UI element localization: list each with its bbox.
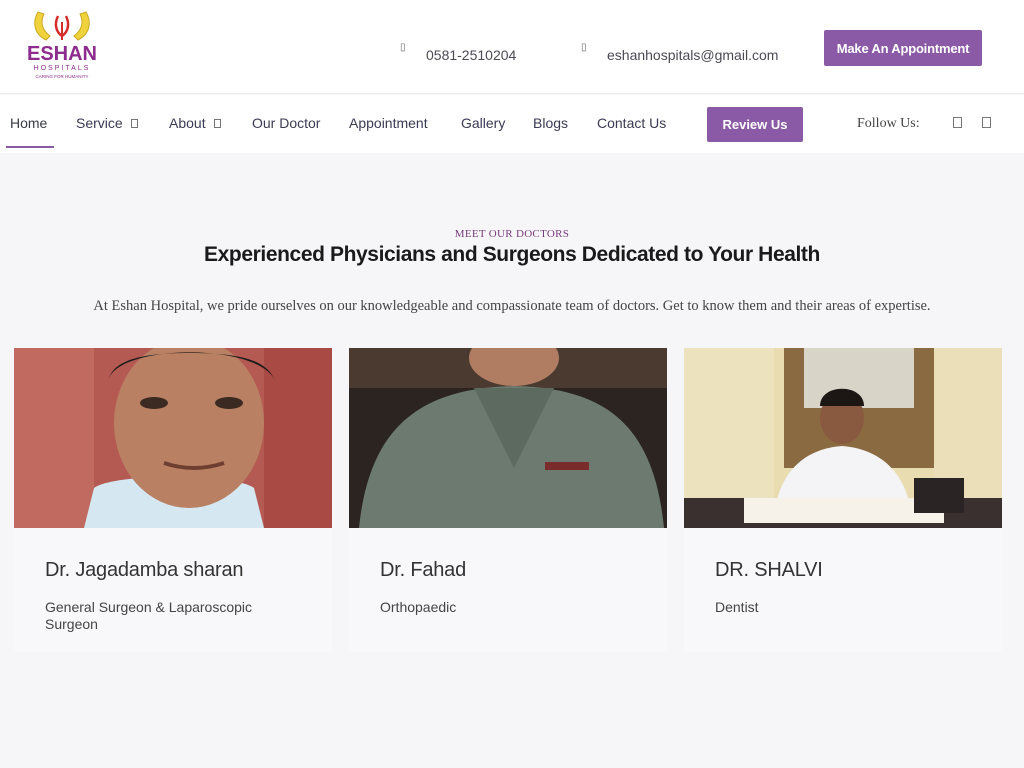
main-nav: Home Service About Our Doctor Appointmen… xyxy=(0,95,1024,153)
doctor-name: DR. SHALVI xyxy=(715,559,823,581)
instagram-icon[interactable] xyxy=(982,117,991,128)
nav-home-label: Home xyxy=(10,115,48,131)
phone-icon: ▯ xyxy=(400,42,406,53)
doctor-specialty: General Surgeon & Laparoscopic Surgeon xyxy=(45,599,253,632)
nav-appointment-label: Appointment xyxy=(349,115,428,131)
doctor-info: Dr. Jagadamba sharan General Surgeon & L… xyxy=(14,528,332,652)
section-heading: Experienced Physicians and Surgeons Dedi… xyxy=(204,243,820,266)
doctor-photo xyxy=(349,348,667,528)
doctor-name: Dr. Jagadamba sharan xyxy=(45,559,244,581)
doctor-portrait-image xyxy=(684,348,1002,528)
chevron-down-icon xyxy=(213,118,221,128)
nav-our-doctor[interactable]: Our Doctor xyxy=(252,115,320,131)
nav-our-doctor-label: Our Doctor xyxy=(252,115,321,131)
nav-service[interactable]: Service xyxy=(76,115,138,131)
email-contact[interactable]: ▯ eshanhospitals@gmail.com xyxy=(581,40,778,70)
nav-appointment[interactable]: Appointment xyxy=(349,115,428,131)
doctor-specialty: Orthopaedic xyxy=(380,599,457,615)
logo-subtitle: HOSPITALS xyxy=(34,65,91,72)
nav-gallery[interactable]: Gallery xyxy=(461,115,505,131)
hospital-logo[interactable]: ESHAN HOSPITALS CARING FOR HUMANITY xyxy=(24,8,100,86)
nav-about[interactable]: About xyxy=(169,115,221,131)
doctor-photo xyxy=(684,348,1002,528)
section-intro: At Eshan Hospital, we pride ourselves on… xyxy=(93,298,931,314)
nav-gallery-label: Gallery xyxy=(461,115,506,131)
follow-us-label: Follow Us: xyxy=(857,116,920,131)
logo-graphic: ESHAN HOSPITALS CARING FOR HUMANITY xyxy=(27,11,97,79)
facebook-icon[interactable] xyxy=(953,117,962,128)
doctor-card[interactable]: DR. SHALVI Dentist xyxy=(684,348,1002,652)
section-eyebrow: MEET OUR DOCTORS xyxy=(454,228,570,240)
doctor-specialty: Dentist xyxy=(715,599,759,615)
email-address: eshanhospitals@gmail.com xyxy=(607,47,779,63)
envelope-icon: ▯ xyxy=(581,42,587,53)
top-header: ESHAN HOSPITALS CARING FOR HUMANITY ▯ 05… xyxy=(0,0,1024,94)
phone-number: 0581-2510204 xyxy=(426,47,517,63)
nav-service-label: Service xyxy=(76,115,123,131)
doctor-info: DR. SHALVI Dentist xyxy=(684,528,1002,652)
nav-home[interactable]: Home xyxy=(10,115,47,131)
nav-blogs-label: Blogs xyxy=(533,115,569,131)
phone-contact[interactable]: ▯ 0581-2510204 xyxy=(400,40,516,70)
nav-contact-us-label: Contact Us xyxy=(597,115,667,131)
doctor-portrait-image xyxy=(14,348,332,528)
doctor-card[interactable]: Dr. Fahad Orthopaedic xyxy=(349,348,667,652)
doctor-photo xyxy=(14,348,332,528)
nav-about-label: About xyxy=(169,115,206,131)
review-us-button[interactable]: Review Us xyxy=(707,107,803,142)
doctor-card[interactable]: Dr. Jagadamba sharan General Surgeon & L… xyxy=(14,348,332,652)
chevron-down-icon xyxy=(130,118,138,128)
logo-tagline: CARING FOR HUMANITY xyxy=(35,74,88,79)
doctor-info: Dr. Fahad Orthopaedic xyxy=(349,528,667,652)
doctor-name: Dr. Fahad xyxy=(380,559,467,581)
nav-contact-us[interactable]: Contact Us xyxy=(597,115,666,131)
nav-blogs[interactable]: Blogs xyxy=(533,115,568,131)
make-appointment-button[interactable]: Make An Appointment xyxy=(824,30,982,66)
active-nav-underline xyxy=(6,146,54,148)
logo-title: ESHAN xyxy=(27,43,97,65)
doctor-portrait-image xyxy=(349,348,667,528)
